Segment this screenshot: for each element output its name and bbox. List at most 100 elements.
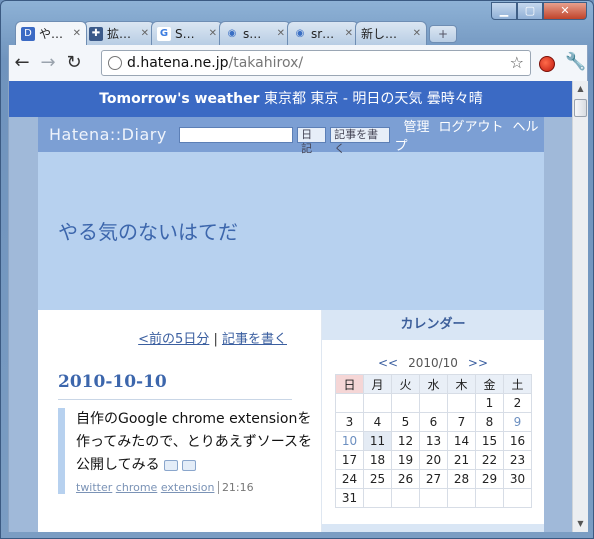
- blog-title[interactable]: やる気のないはてだ: [58, 216, 238, 245]
- calendar-empty-cell: [335, 393, 364, 413]
- browser-tab[interactable]: ◉ sr… ✕: [287, 21, 359, 45]
- tab-close-icon[interactable]: ✕: [345, 28, 353, 39]
- calendar-day: 11: [363, 431, 392, 451]
- wrench-menu-icon[interactable]: 🔧: [565, 52, 586, 72]
- weather-forecast: 東京都 東京 - 明日の天気 曇時々晴: [259, 91, 483, 107]
- browser-tab[interactable]: ✚ 拡… ✕: [83, 21, 155, 45]
- comment-icon[interactable]: [163, 459, 178, 471]
- close-button[interactable]: ✕: [543, 2, 587, 20]
- header-link[interactable]: 管理: [403, 120, 429, 135]
- browser-tab[interactable]: ◉ s… ✕: [219, 21, 291, 45]
- tab-close-icon[interactable]: ✕: [209, 28, 217, 39]
- site-icon: ◉: [295, 27, 305, 39]
- calendar-empty-cell: [391, 393, 420, 413]
- diary-search-button[interactable]: 日記: [297, 126, 327, 155]
- search-input[interactable]: [178, 126, 294, 143]
- calendar-empty-cell: [419, 488, 448, 508]
- calendar-day: 6: [419, 412, 448, 432]
- calendar-day: 12: [391, 431, 420, 451]
- maximize-button[interactable]: ▢: [517, 2, 543, 20]
- prev-5-days-link[interactable]: <前の5日分: [138, 332, 209, 347]
- tab-label: 新し…: [361, 27, 398, 41]
- calendar-day: 19: [391, 450, 420, 470]
- extension-icon[interactable]: [539, 56, 555, 72]
- calendar-prev-link[interactable]: <<: [378, 356, 398, 370]
- date-divider: [58, 399, 292, 400]
- reload-button[interactable]: ↻: [61, 50, 87, 76]
- hatena-diary-logo[interactable]: Hatena::Diary: [49, 125, 167, 144]
- calendar-day[interactable]: 10: [335, 431, 364, 451]
- calendar-day: 13: [419, 431, 448, 451]
- entry-post: 自作のGoogle chrome extensionを作ってみたので、とりあえず…: [58, 408, 318, 494]
- tab-label: sr…: [311, 26, 335, 41]
- entry-tag-link[interactable]: extension: [161, 481, 215, 494]
- tab-close-icon[interactable]: ✕: [141, 28, 149, 39]
- page-globe-icon: [108, 56, 122, 70]
- scroll-down-arrow-icon[interactable]: ▼: [573, 516, 588, 532]
- address-bar[interactable]: d.hatena.ne.jp/takahirox/ ☆: [101, 50, 531, 76]
- calendar-week: 12: [335, 393, 532, 413]
- tab-close-icon[interactable]: ✕: [413, 28, 421, 39]
- calendar-next-link[interactable]: >>: [468, 356, 488, 370]
- address-url[interactable]: d.hatena.ne.jp/takahirox/: [127, 55, 303, 71]
- calendar-empty-cell: [391, 488, 420, 508]
- calendar-day: 31: [335, 488, 364, 508]
- bookmark-star-icon[interactable]: ☆: [510, 53, 524, 72]
- calendar-weekday: 金: [475, 374, 504, 394]
- hatena-header-bar: Hatena::Diary 日記 記事を書く 管理 ログアウト ヘルプ: [38, 117, 544, 155]
- scrollbar-thumb[interactable]: [574, 99, 587, 117]
- calendar-day: 21: [447, 450, 476, 470]
- minimize-button[interactable]: ▁: [491, 2, 517, 20]
- calendar-day: 15: [475, 431, 504, 451]
- browser-tab[interactable]: 新し… ✕: [355, 21, 427, 45]
- tab-close-icon[interactable]: ✕: [277, 28, 285, 39]
- entry-date[interactable]: 2010-10-10: [58, 372, 167, 392]
- calendar-empty-cell: [475, 488, 504, 508]
- header-link[interactable]: ログアウト: [439, 120, 504, 135]
- url-host: d.hatena.ne.jp: [127, 55, 229, 71]
- weather-label: Tomorrow's weather: [99, 91, 260, 107]
- calendar-day: 27: [419, 469, 448, 489]
- entry-tag-link[interactable]: twitter: [76, 481, 112, 494]
- tab-close-icon[interactable]: ✕: [73, 28, 81, 39]
- window-controls: ▁ ▢ ✕: [491, 2, 587, 20]
- browser-tab[interactable]: G S… ✕: [151, 21, 223, 45]
- calendar-day: 24: [335, 469, 364, 489]
- back-button[interactable]: ←: [9, 50, 35, 76]
- new-tab-button[interactable]: +: [429, 25, 457, 43]
- calendar-month: 2010/10: [408, 356, 458, 370]
- scroll-up-arrow-icon[interactable]: ▲: [573, 81, 588, 97]
- page-viewport: Tomorrow's weather 東京都 東京 - 明日の天気 曇時々晴 H…: [8, 81, 588, 532]
- calendar-day: 3: [335, 412, 364, 432]
- calendar-empty-cell: [447, 488, 476, 508]
- calendar-day[interactable]: 9: [503, 412, 532, 432]
- entry-title[interactable]: 自作のGoogle chrome extensionを作ってみたので、とりあえず…: [76, 408, 318, 477]
- calendar-week: 31: [335, 488, 532, 508]
- entry-tag-link[interactable]: chrome: [116, 481, 158, 494]
- vertical-scrollbar[interactable]: ▲ ▼: [572, 81, 588, 532]
- calendar-weekday: 日: [335, 374, 364, 394]
- pager: <前の5日分 | 記事を書く: [138, 328, 287, 347]
- calendar-day: 18: [363, 450, 392, 470]
- calendar-day: 25: [363, 469, 392, 489]
- write-entry-link[interactable]: 記事を書く: [222, 332, 287, 347]
- write-entry-button[interactable]: 記事を書く: [330, 126, 391, 155]
- calendar-day: 29: [475, 469, 504, 489]
- calendar-day: 16: [503, 431, 532, 451]
- bookmark-icon[interactable]: [181, 459, 196, 471]
- calendar-day: 26: [391, 469, 420, 489]
- calendar-day: 7: [447, 412, 476, 432]
- calendar-day: 22: [475, 450, 504, 470]
- tab-label: 拡…: [107, 27, 132, 41]
- pager-separator: |: [209, 332, 222, 347]
- forward-button[interactable]: →: [35, 50, 61, 76]
- browser-tab[interactable]: D や… ✕: [15, 21, 87, 45]
- url-path: /takahirox/: [228, 55, 304, 71]
- entry-time[interactable]: 21:16: [217, 481, 254, 494]
- sidebar: カレンダー << 2010/10 >> 日月火水木金土 1 2 3 4 5 6 7 8 9 10 11 12…: [321, 310, 544, 532]
- calendar-weekday: 土: [503, 374, 532, 394]
- calendar-day: 20: [419, 450, 448, 470]
- calendar-day: 2: [503, 393, 532, 413]
- site-icon: ◉: [227, 27, 237, 39]
- weather-banner[interactable]: Tomorrow's weather 東京都 東京 - 明日の天気 曇時々晴: [9, 81, 573, 117]
